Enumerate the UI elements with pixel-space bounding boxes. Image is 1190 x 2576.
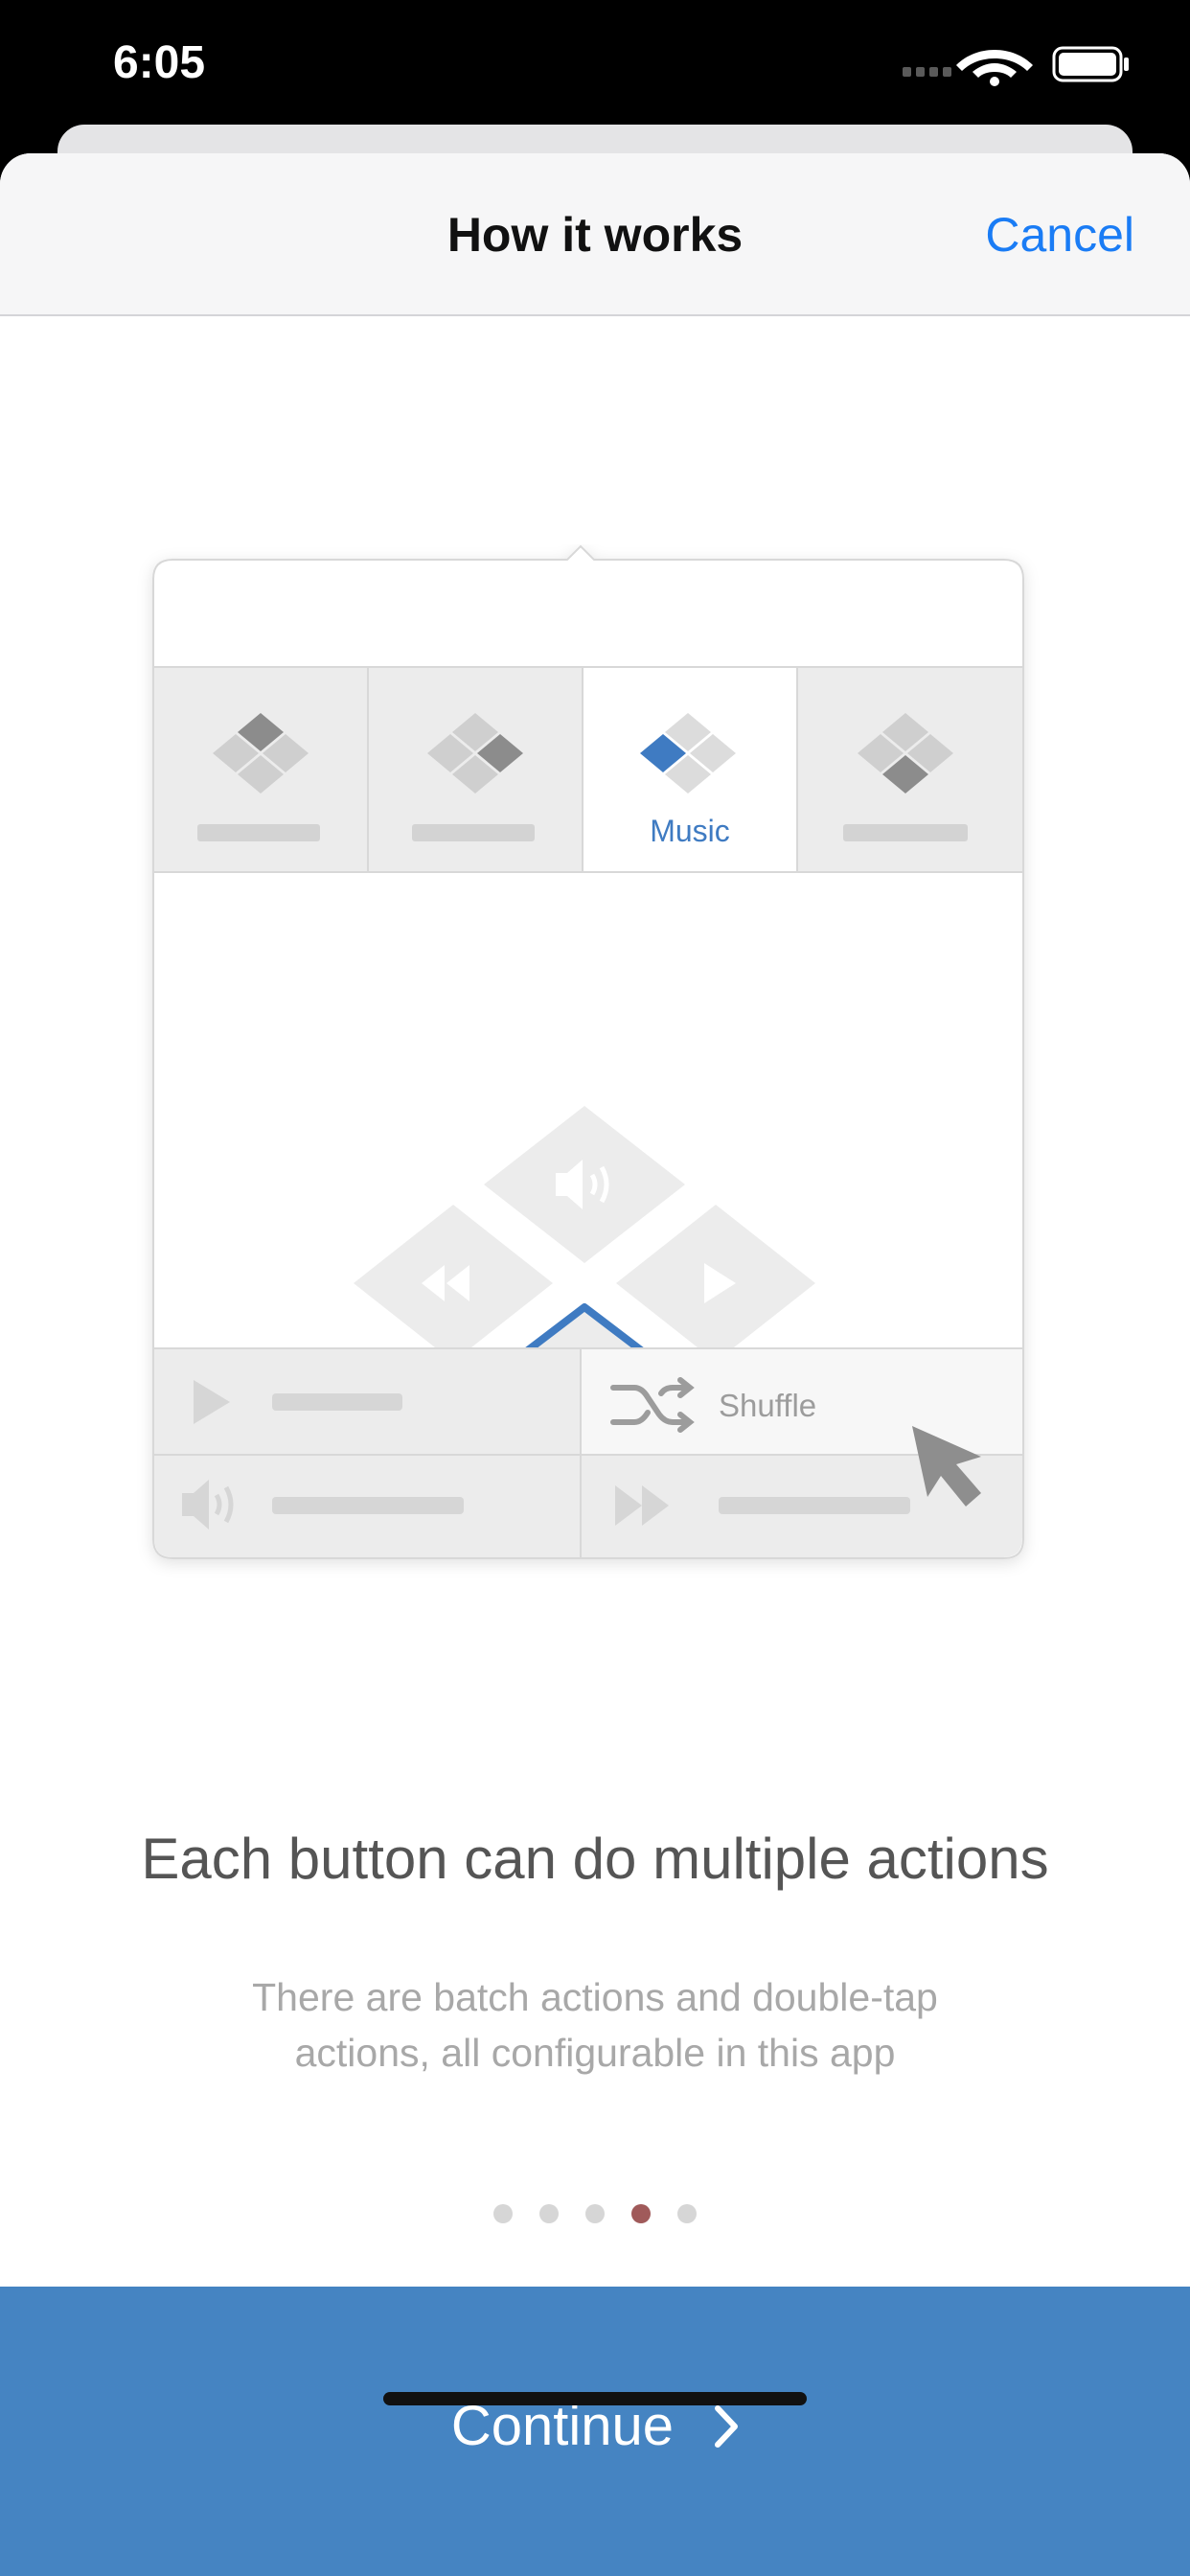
page-dot[interactable] bbox=[539, 2204, 559, 2223]
onboarding-subtitle: There are batch actions and double-tap a… bbox=[252, 1975, 938, 2075]
shuffle-label: Shuffle bbox=[719, 1388, 816, 1423]
cellular-signal-icon bbox=[903, 67, 951, 77]
action-cells bbox=[153, 1347, 1023, 1558]
page-dot[interactable] bbox=[677, 2204, 697, 2223]
tab-2-label-placeholder bbox=[412, 824, 535, 841]
continue-button[interactable]: Continue bbox=[0, 2287, 1190, 2576]
status-icons bbox=[903, 42, 1133, 86]
status-time: 6:05 bbox=[113, 37, 206, 88]
chevron-right-icon bbox=[715, 2404, 739, 2448]
tab-1-label-placeholder bbox=[197, 824, 320, 841]
cancel-button[interactable]: Cancel bbox=[985, 207, 1134, 263]
tab-music-label: Music bbox=[650, 814, 730, 848]
page-dot[interactable] bbox=[585, 2204, 605, 2223]
onboarding-headline: Each button can do multiple actions bbox=[141, 1827, 1049, 1891]
wifi-icon bbox=[956, 50, 1033, 86]
navigation-bar: How it works Cancel bbox=[0, 153, 1190, 316]
home-indicator bbox=[383, 2392, 807, 2405]
tab-4-label-placeholder bbox=[843, 824, 968, 841]
page-indicator[interactable] bbox=[0, 2204, 1190, 2223]
page-dot[interactable] bbox=[493, 2204, 513, 2223]
feature-illustration: Music Shuffle bbox=[134, 544, 1054, 1584]
battery-icon bbox=[1052, 46, 1129, 82]
modal-sheet: How it works Cancel Music Shuffle Each b… bbox=[0, 153, 1190, 2576]
page-dot-active[interactable] bbox=[631, 2204, 651, 2223]
status-bar: 6:05 bbox=[0, 0, 1190, 134]
